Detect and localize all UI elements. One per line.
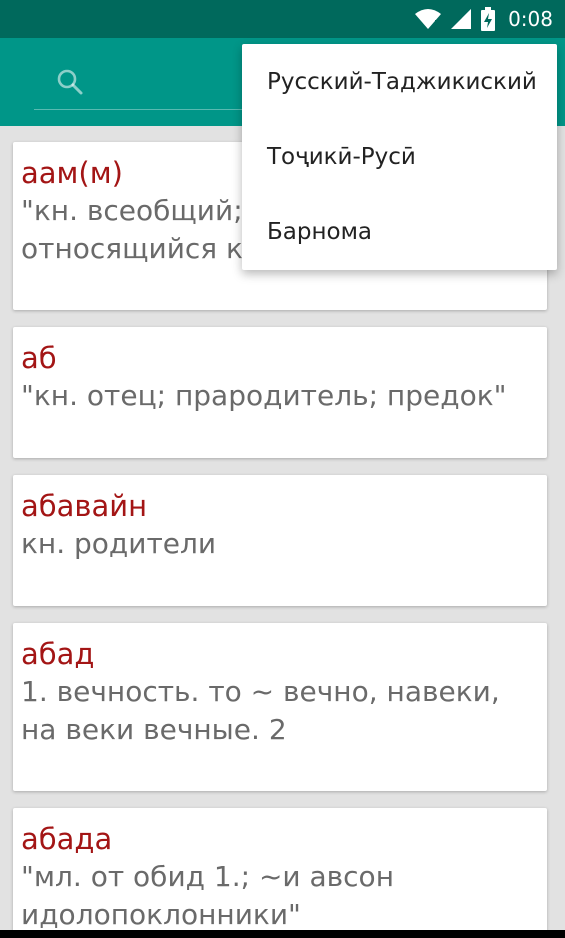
entry-word: аб: [21, 341, 57, 375]
navigation-bar: [0, 930, 565, 938]
menu-item-tajik-russian[interactable]: Тоҷикӣ-Русӣ: [242, 119, 557, 194]
signal-icon: [450, 8, 472, 30]
battery-charging-icon: [480, 7, 496, 31]
overflow-menu: Русский-Таджикиский Тоҷикӣ-Русӣ Барнома: [242, 44, 557, 270]
status-bar: 0:08: [0, 0, 565, 38]
entry-definition: кн. родители: [21, 527, 217, 560]
search-field[interactable]: [34, 56, 264, 110]
status-time: 0:08: [508, 7, 553, 31]
entry-word: абада: [21, 822, 113, 856]
entry-definition: "кн. отец; прародитель; предок": [21, 379, 507, 412]
list-item[interactable]: абавайн кн. родители: [13, 475, 547, 606]
list-item[interactable]: абад 1. вечность. то ~ вечно, навеки, на…: [13, 623, 547, 791]
search-icon[interactable]: [56, 68, 84, 100]
entry-word: абад: [21, 637, 95, 671]
entry-definition: 1. вечность. то ~ вечно, навеки, на веки…: [21, 675, 500, 746]
menu-item-about[interactable]: Барнома: [242, 194, 557, 269]
list-item[interactable]: абада "мл. от обид 1.; ~и авсон идолопок…: [13, 808, 547, 930]
menu-item-russian-tajik[interactable]: Русский-Таджикиский: [242, 44, 557, 119]
entry-definition: "мл. от обид 1.; ~и авсон идолопоклонник…: [21, 860, 394, 930]
entry-word: абавайн: [21, 489, 148, 523]
list-item[interactable]: аб "кн. отец; прародитель; предок": [13, 327, 547, 458]
wifi-icon: [414, 8, 442, 30]
